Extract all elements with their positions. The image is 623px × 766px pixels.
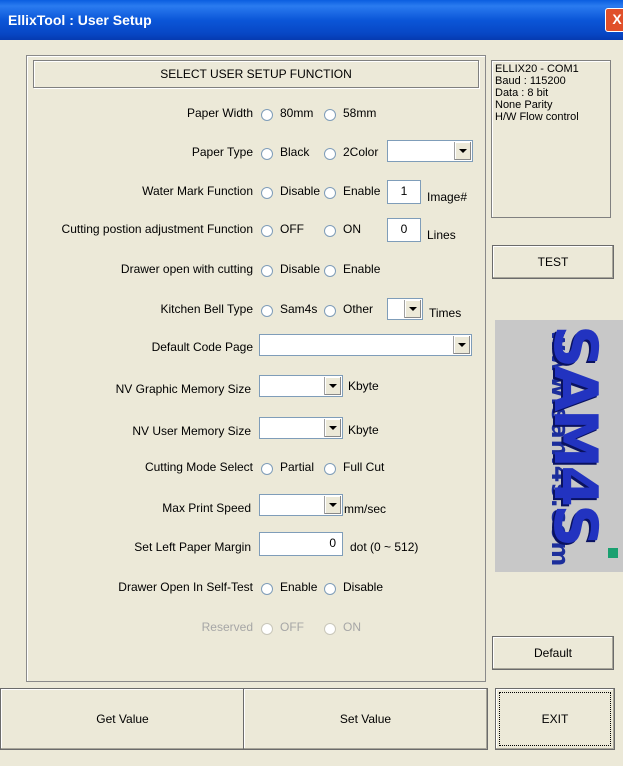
set-value-button[interactable]: Set Value [243, 688, 488, 750]
nv-graphic-label: NV Graphic Memory Size [115, 382, 251, 396]
cutting-lines-input[interactable]: 0 [387, 218, 421, 242]
reserved-on-radio [324, 623, 336, 635]
nv-user-unit: Kbyte [348, 423, 379, 437]
paper-type-2color-radio[interactable] [324, 148, 336, 160]
paper-width-label: Paper Width [186, 106, 253, 120]
paper-width-58-label: 58mm [343, 106, 377, 120]
sam4s-logo: www.sam4s.com SAM4S [495, 320, 623, 572]
left-margin-input[interactable]: 0 [259, 532, 343, 556]
close-icon[interactable]: X [605, 8, 623, 32]
info-line: ELLIX20 - COM1 [495, 63, 579, 75]
water-mark-disable-radio[interactable] [261, 187, 273, 199]
drawer-cutting-enable-radio[interactable] [324, 265, 336, 277]
max-speed-label: Max Print Speed [162, 501, 251, 515]
paper-type-select[interactable] [387, 140, 473, 162]
drawer-selftest-enable-label: Enable [280, 580, 318, 594]
drawer-cutting-disable-radio[interactable] [261, 265, 273, 277]
info-line: Data : 8 bit [495, 87, 549, 99]
water-mark-label: Water Mark Function [142, 184, 253, 198]
nv-user-select[interactable] [259, 417, 343, 439]
default-button[interactable]: Default [492, 636, 614, 670]
nv-graphic-unit: Kbyte [348, 379, 379, 393]
max-speed-select[interactable] [259, 494, 343, 516]
chevron-down-icon[interactable] [453, 336, 470, 354]
setup-header: SELECT USER SETUP FUNCTION [33, 60, 479, 88]
kitchen-bell-sam4s-label: Sam4s [280, 302, 318, 316]
kitchen-bell-sam4s-radio[interactable] [261, 305, 273, 317]
drawer-selftest-label: Drawer Open In Self-Test [118, 580, 253, 594]
logo-dot [608, 548, 618, 558]
paper-width-58-radio[interactable] [324, 109, 336, 121]
cutting-mode-label: Cutting Mode Select [144, 460, 253, 474]
kitchen-bell-times-select[interactable] [387, 298, 423, 320]
water-mark-enable-radio[interactable] [324, 187, 336, 199]
cutting-mode-full-label: Full Cut [343, 460, 385, 474]
max-speed-unit: mm/sec [344, 502, 386, 516]
nv-graphic-select[interactable] [259, 375, 343, 397]
nv-user-label: NV User Memory Size [132, 424, 251, 438]
kitchen-bell-label: Kitchen Bell Type [160, 302, 253, 316]
water-mark-unit: Image# [427, 190, 468, 204]
kitchen-bell-other-label: Other [343, 302, 374, 316]
exit-button[interactable]: EXIT [495, 688, 615, 750]
cutting-position-off-radio[interactable] [261, 225, 273, 237]
drawer-cutting-enable-label: Enable [343, 262, 381, 276]
cutting-position-on-label: ON [343, 222, 361, 236]
drawer-selftest-disable-label: Disable [343, 580, 384, 594]
kitchen-bell-other-radio[interactable] [324, 305, 336, 317]
chevron-down-icon[interactable] [454, 142, 471, 160]
cutting-mode-partial-label: Partial [280, 460, 315, 474]
drawer-selftest-enable-radio[interactable] [261, 583, 273, 595]
drawer-selftest-disable-radio[interactable] [324, 583, 336, 595]
paper-type-black-label: Black [280, 145, 310, 159]
left-margin-unit: dot (0 ~ 512) [350, 540, 419, 554]
get-value-button[interactable]: Get Value [0, 688, 245, 750]
paper-type-black-radio[interactable] [261, 148, 273, 160]
paper-width-80-label: 80mm [280, 106, 314, 120]
water-mark-enable-label: Enable [343, 184, 381, 198]
reserved-off-radio [261, 623, 273, 635]
water-mark-disable-label: Disable [280, 184, 321, 198]
window-title: EllixTool : User Setup [8, 12, 152, 28]
paper-width-80-radio[interactable] [261, 109, 273, 121]
cutting-lines-unit: Lines [427, 228, 456, 242]
reserved-label: Reserved [201, 620, 253, 634]
code-page-label: Default Code Page [151, 340, 253, 354]
info-line: H/W Flow control [495, 111, 579, 123]
paper-type-label: Paper Type [191, 145, 253, 159]
chevron-down-icon[interactable] [324, 377, 341, 395]
connection-info: ELLIX20 - COM1 Baud : 115200 Data : 8 bi… [491, 60, 611, 218]
drawer-cutting-label: Drawer open with cutting [120, 262, 253, 276]
chevron-down-icon[interactable] [324, 419, 341, 437]
chevron-down-icon[interactable] [324, 496, 341, 514]
kitchen-bell-unit: Times [429, 306, 462, 320]
title-bar: EllixTool : User Setup X [0, 0, 623, 40]
code-page-select[interactable] [259, 334, 472, 356]
cutting-position-label: Cutting postion adjustment Function [61, 222, 253, 236]
left-margin-label: Set Left Paper Margin [134, 540, 251, 554]
cutting-mode-full-radio[interactable] [324, 463, 336, 475]
water-mark-input[interactable]: 1 [387, 180, 421, 204]
info-line: Baud : 115200 [495, 75, 566, 87]
test-button[interactable]: TEST [492, 245, 614, 279]
reserved-on-label: ON [343, 620, 361, 634]
info-line: None Parity [495, 99, 553, 111]
cutting-position-off-label: OFF [280, 222, 304, 236]
cutting-mode-partial-radio[interactable] [261, 463, 273, 475]
paper-type-2color-label: 2Color [343, 145, 379, 159]
drawer-cutting-disable-label: Disable [280, 262, 321, 276]
chevron-down-icon[interactable] [404, 300, 421, 318]
reserved-off-label: OFF [280, 620, 304, 634]
cutting-position-on-radio[interactable] [324, 225, 336, 237]
logo-brand: SAM4S [540, 325, 610, 545]
